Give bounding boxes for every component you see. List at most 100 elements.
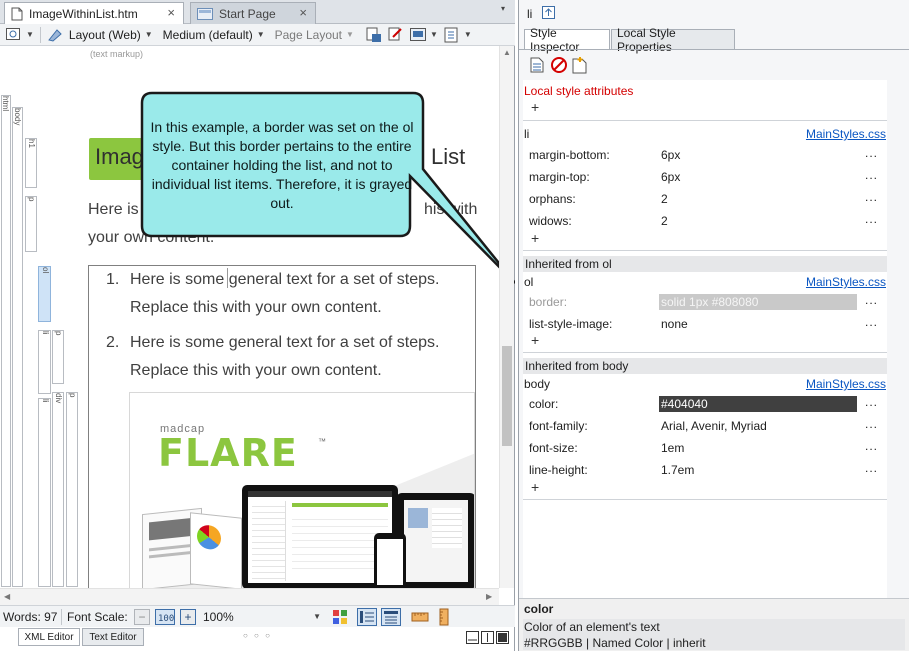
heading-text-end: List <box>431 144 466 169</box>
property-help-panel: color Color of an element's text #RRGGBB… <box>519 598 909 651</box>
more-button[interactable]: ... <box>865 212 878 226</box>
clear-styles-icon[interactable] <box>550 56 568 74</box>
show-blocks-icon[interactable]: ▼ <box>409 27 438 42</box>
show-structure-bars-top-icon[interactable] <box>381 608 401 626</box>
more-button[interactable]: ... <box>865 293 878 307</box>
more-button[interactable]: ... <box>865 146 878 160</box>
heading-text-start: Imag <box>95 144 144 169</box>
show-tags-icon[interactable] <box>366 27 382 43</box>
help-description: Color of an element's text #RRGGBB | Nam… <box>523 619 905 650</box>
new-style-icon[interactable] <box>572 56 588 74</box>
more-button[interactable]: ... <box>865 168 878 182</box>
file-icon <box>11 7 23 21</box>
property-row[interactable]: widows: 2 ... <box>523 211 887 233</box>
editor-status-bar: Words: 97 Font Scale: − 100 + 100% ▼ <box>0 605 515 627</box>
stylesheet-link[interactable]: MainStyles.css <box>806 127 886 141</box>
page-layout-dropdown[interactable]: Page Layout ▼ <box>275 28 354 42</box>
property-row[interactable]: margin-top: 6px ... <box>523 167 887 189</box>
flare-product-image[interactable]: madcap FLARE ™ <box>129 392 475 588</box>
tablet-graphic <box>396 493 474 588</box>
phone-graphic <box>374 533 406 588</box>
stylesheet-link[interactable]: MainStyles.css <box>806 377 886 391</box>
tab-close-icon[interactable]: × <box>299 5 307 20</box>
add-local-attribute-button[interactable]: + <box>531 99 539 115</box>
property-row[interactable]: line-height: 1.7em ... <box>523 460 887 482</box>
printed-book-graphic <box>190 512 242 588</box>
structure-bar-p[interactable]: p <box>66 392 78 587</box>
svg-text:100: 100 <box>158 614 174 624</box>
text-cursor <box>227 268 228 288</box>
ordered-list[interactable]: 1. Here is some general text for a set o… <box>88 265 476 588</box>
inherited-from-body-header: Inherited from body <box>523 358 887 374</box>
structure-bar-ol[interactable]: ol <box>38 266 51 322</box>
stylesheet-link[interactable]: MainStyles.css <box>806 275 886 289</box>
horizontal-scrollbar[interactable]: ◀ ▶ <box>0 588 499 605</box>
tab-start-page[interactable]: Start Page × <box>190 2 316 24</box>
parent-element-icon[interactable] <box>542 6 556 20</box>
structure-bar-html[interactable]: html <box>1 95 11 587</box>
more-button[interactable]: ... <box>865 395 878 409</box>
property-row[interactable]: orphans: 2 ... <box>523 189 887 211</box>
xml-editor-pane: ImageWithinList.htm × Start Page × ▾ ▼ L… <box>0 0 515 651</box>
show-changes-icon[interactable] <box>388 27 404 43</box>
vertical-ruler-icon[interactable] <box>437 608 451 626</box>
layout-dropdown[interactable]: Layout (Web) ▼ <box>47 28 153 42</box>
font-scale-decrease-button[interactable]: − <box>134 609 150 625</box>
property-row[interactable]: font-size: 1em ... <box>523 438 887 460</box>
font-scale-reset-button[interactable]: 100 <box>155 609 175 625</box>
add-property-button[interactable]: + <box>531 479 539 495</box>
more-button[interactable]: ... <box>865 315 878 329</box>
more-button[interactable]: ... <box>865 190 878 204</box>
trademark-symbol: ™ <box>318 437 326 446</box>
property-row[interactable]: font-family: Arial, Avenir, Myriad ... <box>523 416 887 438</box>
conditions-icon[interactable]: ▼ <box>444 27 472 43</box>
structure-bar-p[interactable]: p <box>25 196 37 252</box>
zoom-dropdown[interactable]: 100% ▼ <box>203 610 321 624</box>
document-tab-bar: ImageWithinList.htm × Start Page × ▾ <box>0 0 515 24</box>
more-button[interactable]: ... <box>865 417 878 431</box>
structure-bar-body[interactable]: body <box>12 107 23 587</box>
pane-splitter-grip[interactable]: ○ ○ ○ <box>243 631 272 640</box>
local-style-attributes-label: Local style attributes <box>524 84 634 98</box>
ruler-icon[interactable] <box>411 609 429 625</box>
tab-xml-editor[interactable]: XML Editor <box>18 628 80 646</box>
more-button[interactable]: ... <box>865 461 878 475</box>
property-row-grayed[interactable]: border: solid 1px #808080 ... <box>523 292 887 314</box>
split-view-icon[interactable] <box>466 631 510 645</box>
open-stylesheet-icon[interactable] <box>530 57 544 73</box>
vertical-scrollbar[interactable]: ▲ <box>499 46 514 588</box>
medium-dropdown[interactable]: Medium (default) ▼ <box>163 28 265 42</box>
structure-bar-li[interactable]: li <box>38 398 51 587</box>
show-structure-bars-left-icon[interactable] <box>357 608 377 626</box>
scroll-up-icon[interactable]: ▲ <box>503 48 511 57</box>
tab-label: ImageWithinList.htm <box>29 6 138 21</box>
tab-overflow-icon[interactable]: ▾ <box>501 4 505 13</box>
add-property-button[interactable]: + <box>531 230 539 246</box>
scroll-thumb[interactable] <box>502 346 512 446</box>
font-scale-increase-button[interactable]: + <box>180 609 196 625</box>
tab-imagewithinlist[interactable]: ImageWithinList.htm × <box>4 2 184 24</box>
property-row-selected[interactable]: color: #404040 ... <box>523 394 887 416</box>
tab-text-editor[interactable]: Text Editor <box>82 628 144 646</box>
tab-close-icon[interactable]: × <box>167 5 175 20</box>
color-palette-icon[interactable] <box>332 609 348 625</box>
structure-bar-li[interactable]: li <box>38 330 51 394</box>
add-property-button[interactable]: + <box>531 332 539 348</box>
property-row[interactable]: margin-bottom: 6px ... <box>523 145 887 167</box>
structure-bar-div[interactable]: div <box>52 392 64 587</box>
scroll-right-icon[interactable]: ▶ <box>486 592 492 601</box>
property-row[interactable]: list-style-image: none ... <box>523 314 887 336</box>
callout-text: In this example, a border was set on the… <box>150 119 414 211</box>
font-scale-label: Font Scale: <box>67 610 128 624</box>
preview-icon[interactable]: ▼ <box>6 27 34 42</box>
editor-toolbar: ▼ Layout (Web) ▼ Medium (default) ▼ Page… <box>0 24 515 46</box>
structure-bar-h1[interactable]: h1 <box>25 138 37 188</box>
selector-label: ol <box>524 275 534 289</box>
tab-style-inspector[interactable]: Style Inspector <box>524 26 610 54</box>
tab-label: Start Page <box>219 6 276 21</box>
structure-bar-p[interactable]: p <box>52 330 64 384</box>
inherited-from-ol-header: Inherited from ol <box>523 256 887 272</box>
more-button[interactable]: ... <box>865 439 878 453</box>
scroll-left-icon[interactable]: ◀ <box>4 592 10 601</box>
tab-local-style-properties[interactable]: Local Style Properties <box>611 26 735 54</box>
